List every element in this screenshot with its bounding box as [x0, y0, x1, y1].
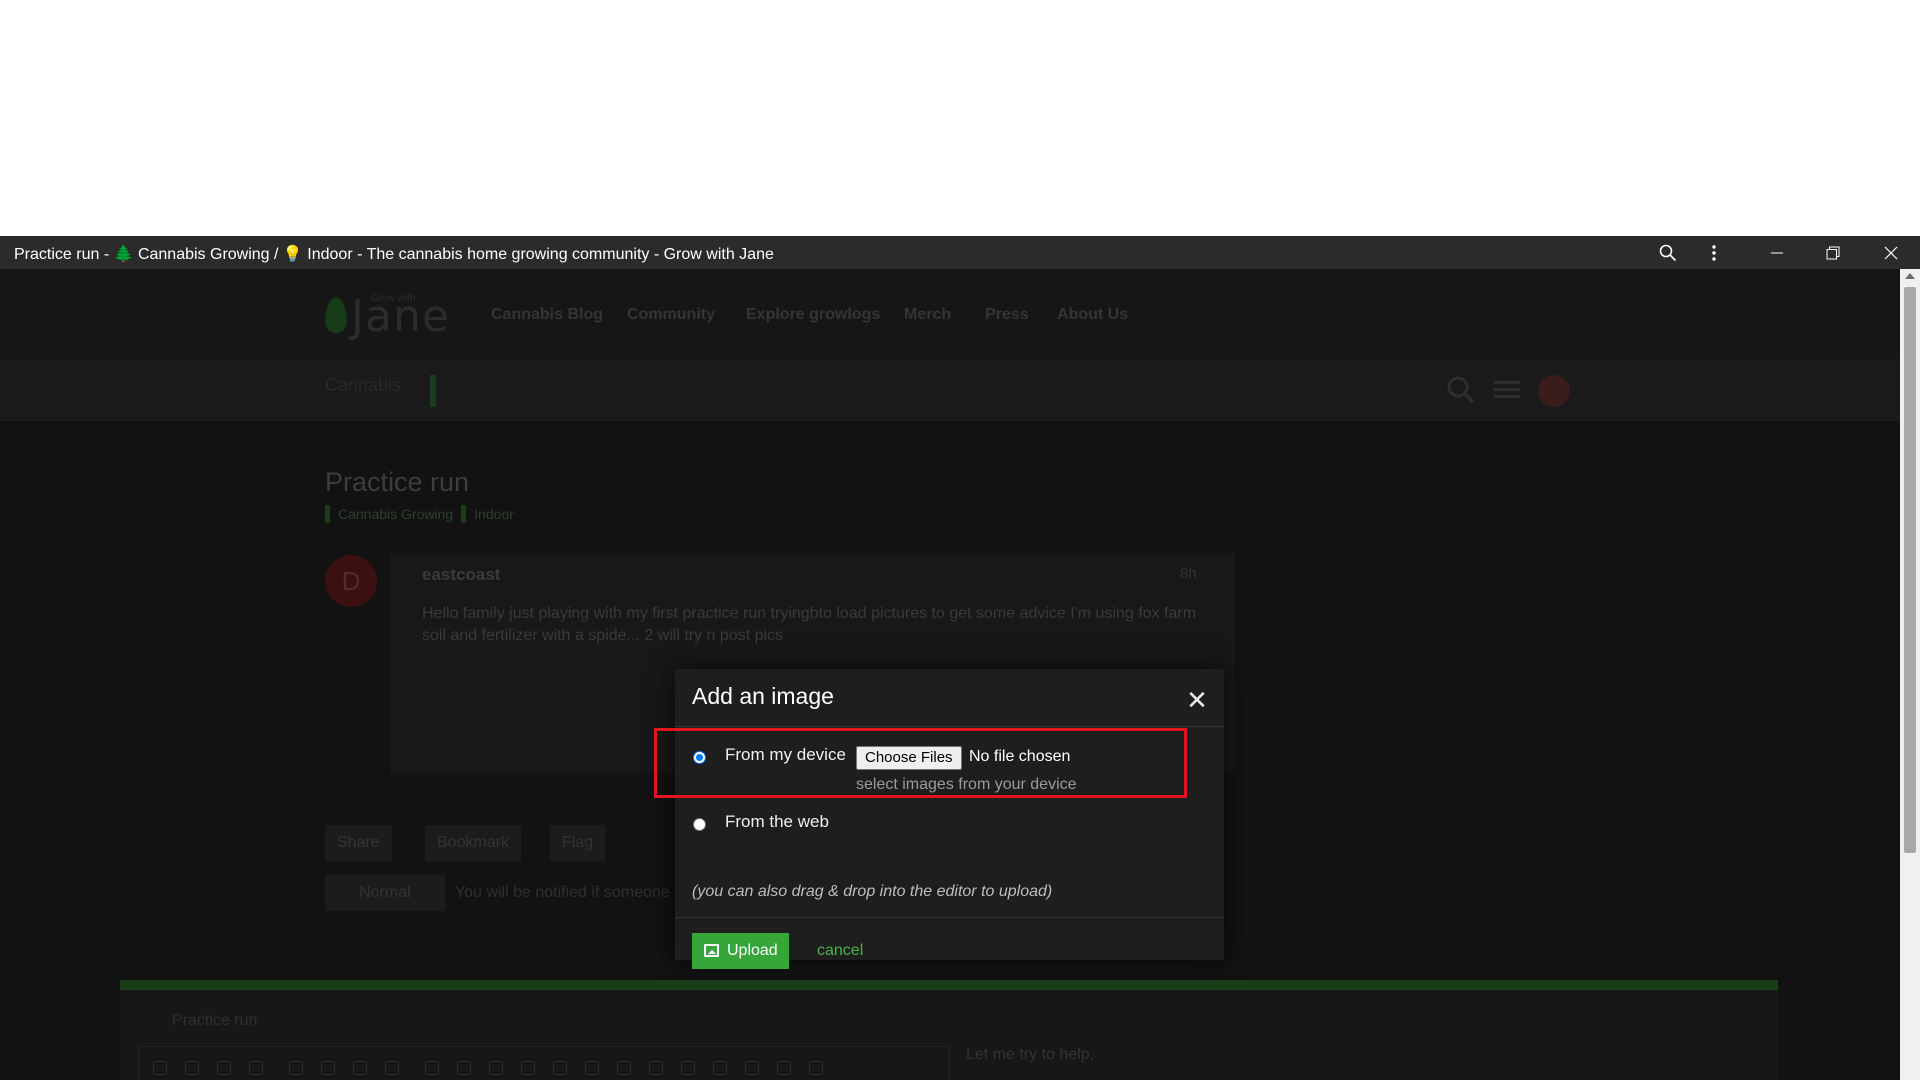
hamburger-menu-icon[interactable]	[1492, 375, 1522, 405]
file-status-text: No file chosen	[969, 748, 1071, 765]
palette-icon[interactable]	[713, 1061, 727, 1075]
divider	[675, 917, 1224, 918]
emoji-icon[interactable]	[153, 1061, 167, 1075]
image-icon	[704, 944, 719, 957]
browser-window: Practice run - 🌲 Cannabis Growing / 💡 In…	[0, 236, 1920, 1080]
topic-title: Practice run	[325, 467, 470, 497]
nav-community[interactable]: Community	[627, 306, 715, 324]
post-avatar[interactable]: D	[325, 555, 377, 607]
bullet-list-icon[interactable]	[425, 1061, 439, 1075]
indent-icon[interactable]	[553, 1061, 567, 1075]
align-left-icon[interactable]	[585, 1061, 599, 1075]
align-center-icon[interactable]	[617, 1061, 631, 1075]
nav-merch[interactable]: Merch	[904, 306, 951, 324]
drag-drop-hint: (you can also drag & drop into the edito…	[692, 883, 1053, 900]
code-icon[interactable]	[353, 1061, 367, 1075]
scrollbar-thumb[interactable]	[1904, 287, 1916, 853]
post-body: Hello family just playing with my first …	[422, 605, 1197, 644]
numbered-list-icon[interactable]	[457, 1061, 471, 1075]
notification-description: You will be notified if someone	[455, 884, 670, 901]
add-image-modal: Add an image ✕ From my device Choose Fil…	[654, 669, 1224, 969]
close-icon[interactable]: ✕	[1186, 687, 1208, 713]
upload-button-label: Upload	[727, 942, 778, 959]
forum-logo-text: Cannabis	[325, 375, 402, 395]
gear-icon[interactable]	[809, 1061, 823, 1075]
page-viewport: Grow with Jane Cannabis Blog Community E…	[0, 269, 1900, 1080]
category-color-bar	[325, 505, 330, 523]
from-device-radio[interactable]	[693, 751, 706, 764]
breadcrumb-category[interactable]: Cannabis Growing	[338, 506, 453, 522]
modal-title: Add an image	[692, 683, 834, 709]
reply-composer: Practice run Let me try to help,	[120, 980, 1778, 1080]
post-time: 8h	[1180, 565, 1197, 582]
category-color-bar	[461, 505, 467, 523]
from-device-label[interactable]: From my device	[725, 745, 846, 765]
device-hint-text: select images from your device	[856, 776, 1077, 793]
breadcrumb: Cannabis Growing Indoor	[325, 505, 514, 523]
nav-explore-growlogs[interactable]: Explore growlogs	[746, 306, 880, 324]
scroll-up-arrow-icon[interactable]	[1905, 273, 1915, 279]
search-icon[interactable]	[1645, 236, 1691, 269]
justify-icon[interactable]	[681, 1061, 695, 1075]
composer-preview: Let me try to help,	[966, 1046, 1095, 1063]
search-icon[interactable]	[1446, 375, 1476, 405]
nav-cannabis-blog[interactable]: Cannabis Blog	[491, 306, 603, 324]
link-icon[interactable]	[289, 1061, 303, 1075]
table-icon[interactable]	[777, 1061, 791, 1075]
from-web-radio[interactable]	[693, 818, 706, 831]
minimize-icon[interactable]	[1754, 236, 1800, 269]
choose-files-button[interactable]: Choose Files	[856, 746, 962, 770]
forum-logo[interactable]: Cannabis	[325, 375, 455, 407]
share-button[interactable]: Share	[325, 825, 392, 861]
upload-image-icon[interactable]	[385, 1061, 399, 1075]
site-logo[interactable]: Grow with Jane	[325, 291, 455, 342]
underline-icon[interactable]	[249, 1061, 263, 1075]
align-right-icon[interactable]	[649, 1061, 663, 1075]
title-bar: Practice run - 🌲 Cannabis Growing / 💡 In…	[0, 236, 1920, 269]
radio-selected-dot	[696, 754, 703, 761]
vertical-scrollbar[interactable]	[1900, 269, 1920, 1080]
leaf-icon	[325, 297, 347, 333]
composer-toolbar	[138, 1046, 950, 1080]
from-web-label[interactable]: From the web	[725, 812, 829, 832]
close-icon[interactable]	[1868, 236, 1914, 269]
upload-button[interactable]: Upload	[692, 933, 789, 969]
more-vert-icon[interactable]	[1691, 236, 1737, 269]
user-avatar[interactable]	[1538, 375, 1570, 407]
quote-icon[interactable]	[321, 1061, 335, 1075]
font-icon[interactable]	[745, 1061, 759, 1075]
nav-press[interactable]: Press	[985, 306, 1029, 324]
image-icon[interactable]	[521, 1061, 535, 1075]
flag-button[interactable]: Flag	[550, 825, 606, 861]
forum-header: Cannabis	[0, 359, 1900, 421]
nav-about-us[interactable]: About Us	[1057, 306, 1128, 324]
restore-icon[interactable]	[1810, 236, 1856, 269]
bookmark-button[interactable]: Bookmark	[425, 825, 522, 861]
post-username[interactable]: eastcoast	[422, 565, 500, 585]
window-title: Practice run - 🌲 Cannabis Growing / 💡 In…	[14, 246, 774, 263]
bold-icon[interactable]	[185, 1061, 199, 1075]
cancel-link[interactable]: cancel	[817, 942, 863, 960]
site-header: Grow with Jane Cannabis Blog Community E…	[0, 269, 1900, 359]
smiley-icon[interactable]	[489, 1061, 503, 1075]
notification-level-button[interactable]: Normal	[325, 875, 445, 911]
leaf-icon	[430, 375, 436, 407]
breadcrumb-subcategory[interactable]: Indoor	[474, 506, 514, 522]
composer-reply-title: Practice run	[172, 1012, 258, 1029]
logo-text: Jane	[351, 291, 450, 342]
italic-icon[interactable]	[217, 1061, 231, 1075]
divider	[675, 726, 1224, 727]
